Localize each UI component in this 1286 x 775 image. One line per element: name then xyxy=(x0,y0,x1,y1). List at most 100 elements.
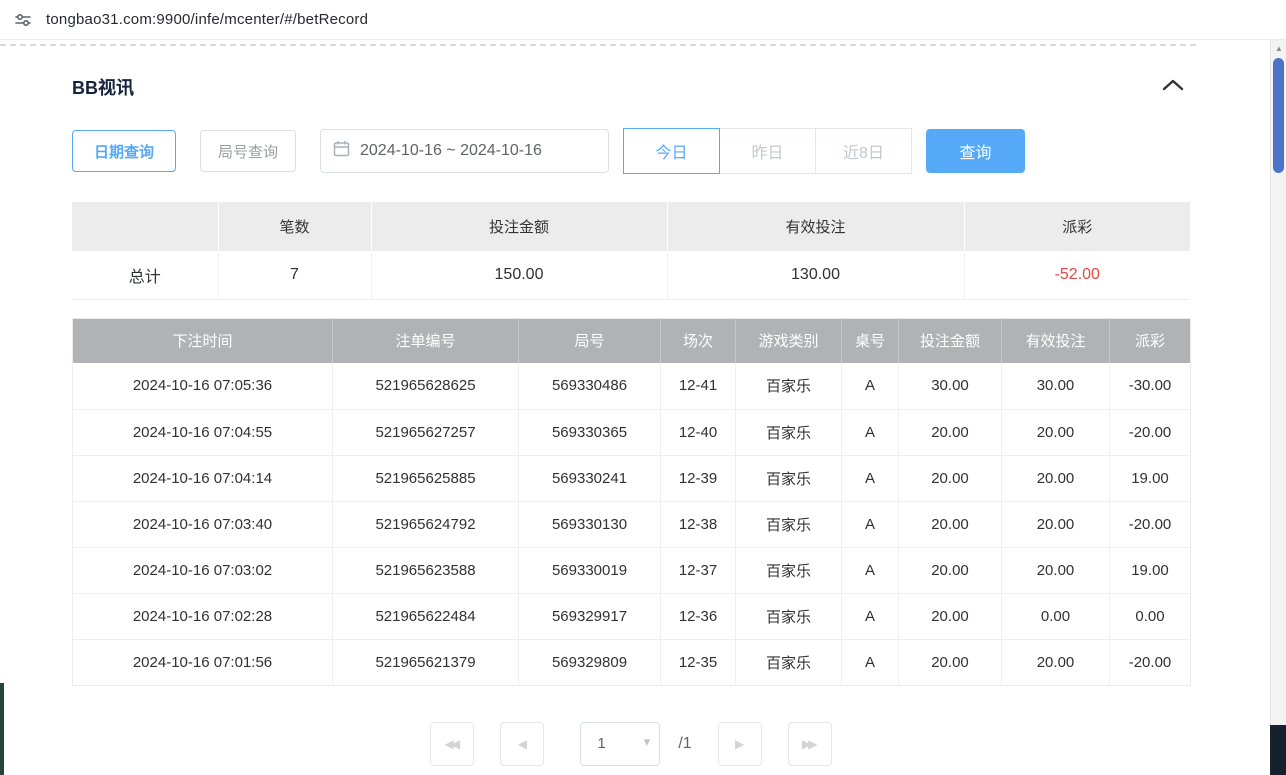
summary-bet: 150.00 xyxy=(371,251,667,299)
column-header: 注单编号 xyxy=(333,318,519,363)
scrollbar[interactable]: ▲ xyxy=(1270,40,1286,775)
column-header: 场次 xyxy=(661,318,736,363)
summary-table: 笔数 投注金额 有效投注 派彩 总计 7 150.00 130.00 -52.0… xyxy=(72,202,1190,300)
quick-date-group: 今日 昨日 近8日 xyxy=(623,128,912,174)
cell-payout: 19.00 xyxy=(1110,455,1191,501)
cell-order: 521965628625 xyxy=(333,363,519,409)
cell-round: 569330486 xyxy=(519,363,661,409)
cell-payout: -20.00 xyxy=(1110,639,1191,685)
site-settings-icon[interactable] xyxy=(13,10,33,30)
cell-valid: 20.00 xyxy=(1002,547,1110,593)
scroll-up-button[interactable]: ▲ xyxy=(1271,40,1286,57)
first-page-button[interactable]: ◀◀ xyxy=(430,722,474,766)
cell-time: 2024-10-16 07:03:40 xyxy=(73,501,333,547)
table-row: 2024-10-16 07:03:40 521965624792 5693301… xyxy=(73,501,1191,547)
cell-session: 12-35 xyxy=(661,639,736,685)
cell-payout: 0.00 xyxy=(1110,593,1191,639)
cell-time: 2024-10-16 07:01:56 xyxy=(73,639,333,685)
cell-round: 569329917 xyxy=(519,593,661,639)
address-bar: tongbao31.com:9900/infe/mcenter/#/betRec… xyxy=(0,0,1286,40)
bet-amount-link[interactable]: 20.00 xyxy=(899,593,1002,639)
cell-payout: -20.00 xyxy=(1110,409,1191,455)
search-button[interactable]: 查询 xyxy=(926,129,1025,173)
cell-table: A xyxy=(842,409,899,455)
cell-table: A xyxy=(842,593,899,639)
cell-time: 2024-10-16 07:05:36 xyxy=(73,363,333,409)
cell-valid: 20.00 xyxy=(1002,501,1110,547)
cell-payout: -30.00 xyxy=(1110,363,1191,409)
today-button[interactable]: 今日 xyxy=(623,128,720,174)
summary-header-valid: 有效投注 xyxy=(667,202,964,251)
url-text[interactable]: tongbao31.com:9900/infe/mcenter/#/betRec… xyxy=(46,11,368,28)
bet-record-panel: BB视讯 日期查询 局号查询 2024-10-16 ~ 2024-10-16 今… xyxy=(0,74,1286,766)
cell-order: 521965623588 xyxy=(333,547,519,593)
summary-row: 总计 7 150.00 130.00 -52.00 xyxy=(72,251,1190,299)
summary-count: 7 xyxy=(218,251,371,299)
cell-time: 2024-10-16 07:03:02 xyxy=(73,547,333,593)
cell-session: 12-40 xyxy=(661,409,736,455)
cell-time: 2024-10-16 07:04:55 xyxy=(73,409,333,455)
cell-valid: 20.00 xyxy=(1002,409,1110,455)
table-row: 2024-10-16 07:04:14 521965625885 5693302… xyxy=(73,455,1191,501)
cell-game: 百家乐 xyxy=(736,363,842,409)
page-title: BB视讯 xyxy=(72,74,134,100)
summary-total-label: 总计 xyxy=(72,251,218,299)
last-page-button[interactable]: ▶▶ xyxy=(788,722,832,766)
cell-round: 569330019 xyxy=(519,547,661,593)
cell-order: 521965622484 xyxy=(333,593,519,639)
cell-order: 521965624792 xyxy=(333,501,519,547)
right-arrow-icon: ▶ xyxy=(735,737,744,751)
recent-8-days-button[interactable]: 近8日 xyxy=(815,128,912,174)
summary-header-bet: 投注金额 xyxy=(371,202,667,251)
next-page-button[interactable]: ▶ xyxy=(718,722,762,766)
table-header-row: 下注时间 注单编号 局号 场次 游戏类别 桌号 投注金额 有效投注 派彩 xyxy=(73,318,1191,363)
cell-session: 12-41 xyxy=(661,363,736,409)
pagination: ◀◀ ◀ 1 ▾ /1 ▶ ▶▶ xyxy=(72,722,1190,766)
scrollbar-thumb[interactable] xyxy=(1273,58,1284,173)
cell-order: 521965627257 xyxy=(333,409,519,455)
page-total: /1 xyxy=(678,735,691,753)
bet-amount-link[interactable]: 20.00 xyxy=(899,501,1002,547)
page-select[interactable]: 1 xyxy=(580,722,660,766)
yesterday-button[interactable]: 昨日 xyxy=(719,128,816,174)
cell-round: 569330130 xyxy=(519,501,661,547)
cell-time: 2024-10-16 07:04:14 xyxy=(73,455,333,501)
cell-payout: 19.00 xyxy=(1110,547,1191,593)
summary-payout: -52.00 xyxy=(964,251,1190,299)
cell-table: A xyxy=(842,455,899,501)
cell-session: 12-37 xyxy=(661,547,736,593)
round-query-button[interactable]: 局号查询 xyxy=(200,130,296,172)
column-header: 局号 xyxy=(519,318,661,363)
prev-page-button[interactable]: ◀ xyxy=(500,722,544,766)
column-header: 游戏类别 xyxy=(736,318,842,363)
date-query-button[interactable]: 日期查询 xyxy=(72,130,176,172)
cell-game: 百家乐 xyxy=(736,501,842,547)
cell-order: 521965621379 xyxy=(333,639,519,685)
page-select-wrap: 1 ▾ xyxy=(580,722,660,766)
date-range-picker[interactable]: 2024-10-16 ~ 2024-10-16 xyxy=(320,129,609,173)
bet-amount-link[interactable]: 20.00 xyxy=(899,455,1002,501)
collapse-icon[interactable] xyxy=(1156,74,1190,100)
left-arrow-icon: ◀ xyxy=(518,737,527,751)
bet-records-table: 下注时间 注单编号 局号 场次 游戏类别 桌号 投注金额 有效投注 派彩 202… xyxy=(72,318,1191,686)
table-row: 2024-10-16 07:05:36 521965628625 5693304… xyxy=(73,363,1191,409)
bet-amount-link[interactable]: 20.00 xyxy=(899,409,1002,455)
cell-table: A xyxy=(842,639,899,685)
summary-valid: 130.00 xyxy=(667,251,964,299)
calendar-icon xyxy=(333,140,350,162)
cell-table: A xyxy=(842,501,899,547)
dashed-divider xyxy=(0,44,1196,46)
cell-game: 百家乐 xyxy=(736,639,842,685)
filter-bar: 日期查询 局号查询 2024-10-16 ~ 2024-10-16 今日 昨日 … xyxy=(72,128,1190,174)
column-header: 下注时间 xyxy=(73,318,333,363)
page-background-edge xyxy=(0,683,4,775)
bet-amount-link[interactable]: 20.00 xyxy=(899,547,1002,593)
bet-amount-link[interactable]: 30.00 xyxy=(899,363,1002,409)
cell-payout: -20.00 xyxy=(1110,501,1191,547)
cell-table: A xyxy=(842,547,899,593)
table-row: 2024-10-16 07:03:02 521965623588 5693300… xyxy=(73,547,1191,593)
cell-game: 百家乐 xyxy=(736,593,842,639)
bet-amount-link[interactable]: 20.00 xyxy=(899,639,1002,685)
cell-game: 百家乐 xyxy=(736,455,842,501)
cell-session: 12-38 xyxy=(661,501,736,547)
